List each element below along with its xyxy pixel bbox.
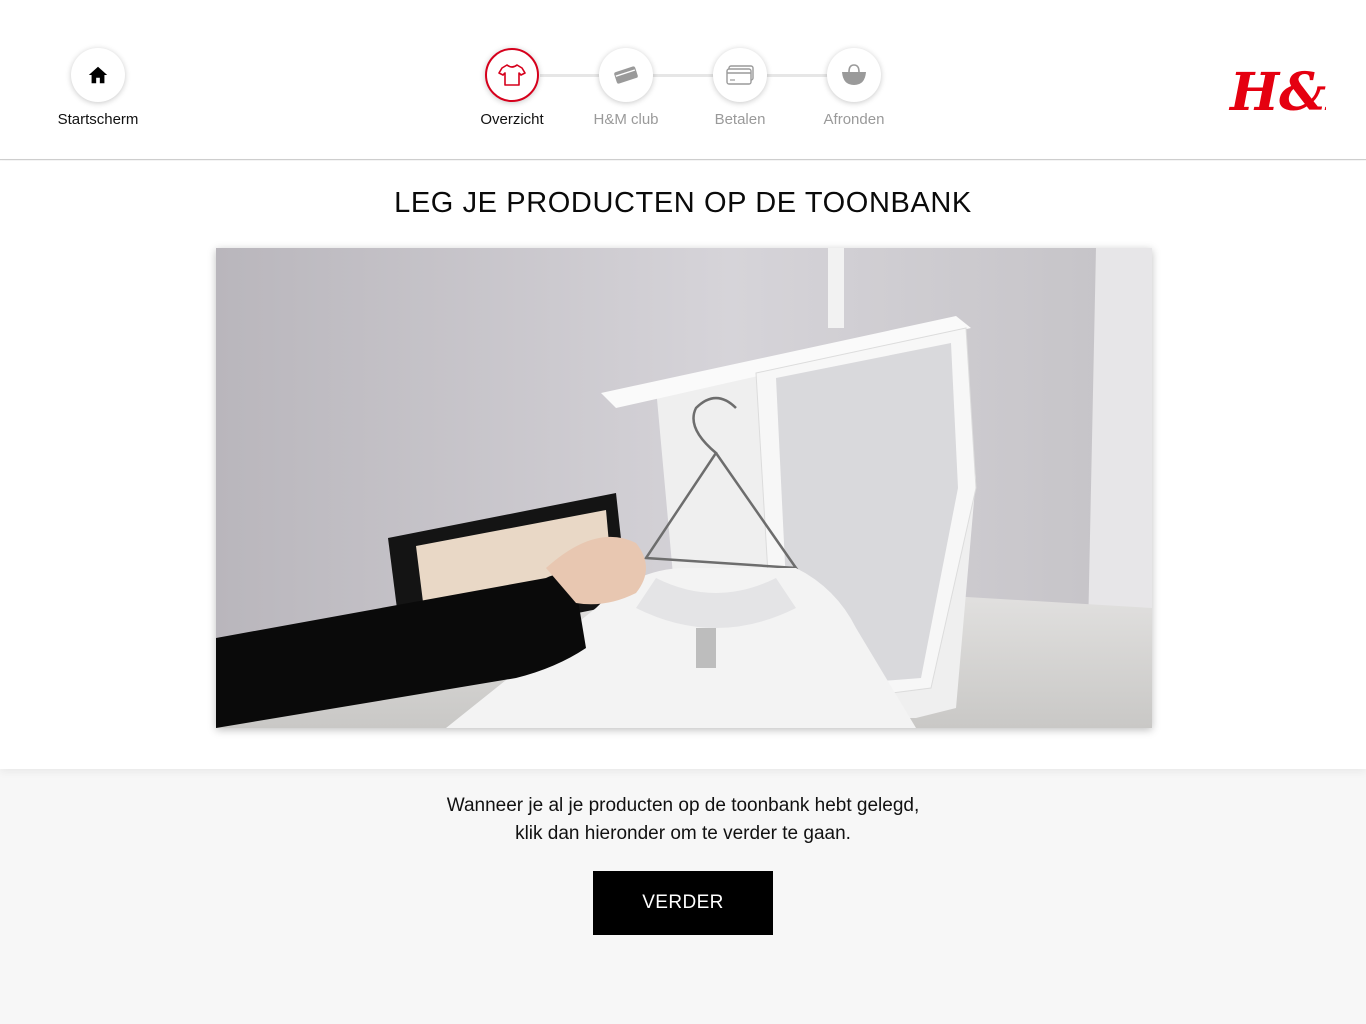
instruction-line-1: Wanneer je al je producten op de toonban… xyxy=(446,795,920,816)
step-label: Overzicht xyxy=(480,111,544,128)
continue-button[interactable]: VERDER xyxy=(593,871,773,935)
step-label: Afronden xyxy=(823,111,885,128)
step-hm-club[interactable]: H&M club xyxy=(566,48,686,128)
hm-logo: H&M xyxy=(1228,62,1326,120)
step-connector xyxy=(540,74,600,77)
step-label: H&M club xyxy=(593,111,659,128)
instruction-text: Wanneer je al je producten op de toonban… xyxy=(0,792,1366,848)
club-card-icon xyxy=(599,48,653,102)
home-button[interactable]: Startscherm xyxy=(38,48,158,128)
step-betalen[interactable]: Betalen xyxy=(680,48,800,128)
home-label: Startscherm xyxy=(57,111,139,128)
step-label: Betalen xyxy=(714,111,766,128)
tshirt-icon xyxy=(485,48,539,102)
shopping-bag-icon xyxy=(827,48,881,102)
credit-card-icon xyxy=(713,48,767,102)
page-title: LEG JE PRODUCTEN OP DE TOONBANK xyxy=(394,187,972,219)
home-icon xyxy=(71,48,125,102)
logo-text: H&M xyxy=(1228,62,1326,120)
instruction-line-2: klik dan hieronder om te verder te gaan. xyxy=(515,823,851,844)
content-card: LEG JE PRODUCTEN OP DE TOONBANK xyxy=(0,161,1366,769)
step-connector xyxy=(766,74,830,77)
video-frame xyxy=(216,248,1152,728)
instruction-video[interactable] xyxy=(216,248,1152,728)
step-connector xyxy=(652,74,716,77)
step-overzicht[interactable]: Overzicht xyxy=(452,48,572,128)
step-afronden[interactable]: Afronden xyxy=(794,48,914,128)
header: Startscherm Overzicht H&M club Betalen A… xyxy=(0,0,1366,160)
